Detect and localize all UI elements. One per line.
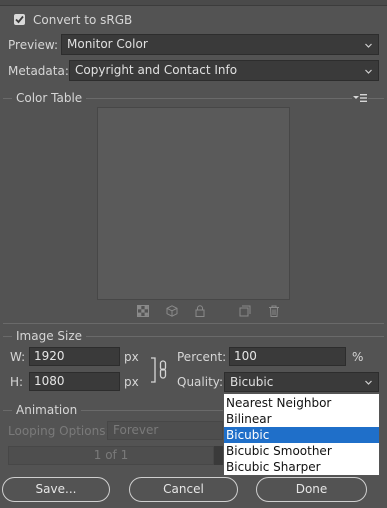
new-color-icon[interactable]	[239, 305, 251, 317]
top-divider	[0, 0, 387, 6]
convert-srgb-label: Convert to sRGB	[33, 13, 133, 27]
transparency-map-icon[interactable]	[137, 305, 149, 317]
quality-select[interactable]: Bicubic	[224, 372, 379, 392]
quality-option-nearest-neighbor[interactable]: Nearest Neighbor	[224, 395, 379, 411]
save-button[interactable]: Save...	[2, 477, 110, 502]
width-unit: px	[124, 350, 139, 364]
checkmark-icon	[15, 15, 24, 24]
frame-counter: 1 of 1	[8, 446, 214, 465]
animation-title: Animation	[12, 403, 82, 417]
color-table-divider	[3, 323, 384, 324]
quality-option-bicubic-smoother[interactable]: Bicubic Smoother	[224, 443, 379, 459]
quality-select-value: Bicubic	[230, 375, 274, 389]
quality-option-bilinear[interactable]: Bilinear	[224, 411, 379, 427]
done-button[interactable]: Done	[256, 477, 367, 502]
preview-label: Preview:	[8, 38, 59, 52]
looping-options-label: Looping Options:	[8, 424, 110, 438]
quality-option-bicubic-sharper[interactable]: Bicubic Sharper	[224, 459, 379, 475]
chain-link-icon[interactable]	[150, 357, 170, 383]
lock-icon[interactable]	[194, 305, 206, 317]
chevron-down-icon	[365, 69, 372, 74]
height-input[interactable]: 1080	[29, 372, 120, 391]
percent-unit: %	[352, 350, 364, 364]
height-label: H:	[10, 375, 24, 389]
frame-nav-control[interactable]	[214, 446, 223, 465]
web-cube-icon[interactable]	[166, 305, 178, 317]
cancel-button[interactable]: Cancel	[129, 477, 238, 502]
percent-label: Percent:	[177, 350, 227, 364]
chevron-down-icon	[365, 380, 372, 385]
preview-select-value: Monitor Color	[67, 37, 148, 51]
preview-select[interactable]: Monitor Color	[61, 34, 379, 55]
color-table-title: Color Table	[12, 91, 87, 105]
panel-menu-icon[interactable]	[352, 92, 368, 102]
width-input[interactable]: 1920	[29, 347, 120, 366]
quality-label: Quality:	[177, 375, 224, 389]
color-table-swatch-area	[97, 107, 290, 300]
quality-option-bicubic[interactable]: Bicubic	[224, 427, 379, 443]
metadata-select-value: Copyright and Contact Info	[75, 63, 238, 77]
width-label: W:	[10, 350, 26, 364]
chevron-down-icon	[365, 43, 372, 48]
metadata-label: Metadata:	[8, 64, 69, 78]
convert-srgb-checkbox[interactable]	[14, 14, 25, 25]
image-size-title: Image Size	[12, 329, 87, 343]
metadata-select[interactable]: Copyright and Contact Info	[69, 60, 379, 81]
trash-icon[interactable]	[268, 305, 280, 317]
height-unit: px	[124, 375, 139, 389]
percent-input[interactable]: 100	[229, 347, 346, 366]
looping-options-select[interactable]: Forever	[107, 421, 223, 440]
quality-dropdown-list: Nearest Neighbor Bilinear Bicubic Bicubi…	[223, 393, 380, 476]
